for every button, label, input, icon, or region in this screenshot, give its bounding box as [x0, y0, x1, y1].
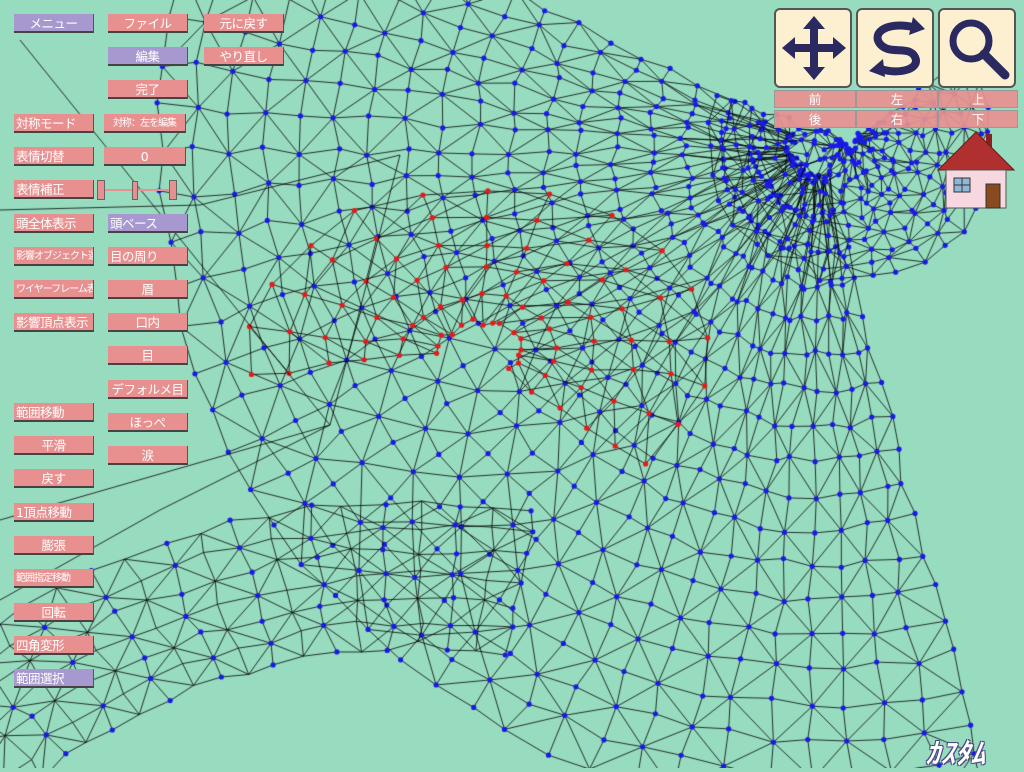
- affect-object-button[interactable]: 影響オブジェクト選択: [14, 247, 94, 266]
- zoom-view-button[interactable]: [938, 8, 1016, 88]
- range-move-button[interactable]: 範囲移動: [14, 403, 94, 422]
- vertex-move-button[interactable]: 1頂点移動: [14, 503, 94, 522]
- range-specified-move-button[interactable]: 範囲指定移動: [14, 569, 94, 588]
- view-front-button[interactable]: 前: [774, 90, 856, 108]
- view-back-button[interactable]: 後: [774, 110, 856, 128]
- file-button[interactable]: ファイル: [108, 14, 188, 33]
- brow-button[interactable]: 眉: [108, 280, 188, 299]
- house-icon: [936, 131, 1016, 209]
- move-cross-icon: [782, 16, 846, 80]
- quad-transform-button[interactable]: 四角変形: [14, 636, 94, 655]
- symmetry-mode-button[interactable]: 対称モード: [14, 114, 94, 133]
- slider-right-end: [169, 180, 177, 200]
- affect-vertex-button[interactable]: 影響頂点表示: [14, 313, 94, 332]
- expression-correct-slider[interactable]: [97, 180, 177, 200]
- redo-button[interactable]: やり直し: [204, 47, 284, 66]
- view-down-button[interactable]: 下: [938, 110, 1018, 128]
- rotate-button[interactable]: 回転: [14, 603, 94, 622]
- range-select-button[interactable]: 範囲選択: [14, 669, 94, 688]
- edit-button[interactable]: 編集: [108, 47, 188, 66]
- slider-track: [105, 189, 171, 191]
- slider-knob[interactable]: [132, 181, 138, 200]
- symmetry-value-button[interactable]: 対称：左を編集: [104, 114, 186, 133]
- zoom-magnifier-icon: [949, 19, 1010, 80]
- done-button[interactable]: 完了: [108, 80, 188, 99]
- undo-button[interactable]: 元に戻す: [204, 14, 284, 33]
- view-up-button[interactable]: 上: [938, 90, 1018, 108]
- rotate-arrows-icon: [869, 17, 925, 77]
- head-all-button[interactable]: 頭全体表示: [14, 214, 94, 233]
- tool-undo-button[interactable]: 戻す: [14, 469, 94, 488]
- app-logo: ｶｽﾀﾑ: [926, 737, 987, 770]
- expression-switch-button[interactable]: 表情切替: [14, 147, 94, 166]
- expression-correct-button[interactable]: 表情補正: [14, 180, 94, 199]
- mouth-button[interactable]: 口内: [108, 313, 188, 332]
- eye-around-button[interactable]: 目の周り: [108, 247, 188, 266]
- rotate-view-button[interactable]: [856, 8, 934, 88]
- expression-value[interactable]: 0: [104, 147, 186, 166]
- smooth-button[interactable]: 平滑: [14, 436, 94, 455]
- slider-left-end: [97, 180, 105, 200]
- menu-button[interactable]: メニュー: [14, 14, 94, 33]
- head-base-button[interactable]: 頭ベース: [108, 214, 188, 233]
- view-left-button[interactable]: 左: [856, 90, 938, 108]
- wireframe-button[interactable]: ワイヤーフレーム表示: [14, 280, 94, 299]
- eye-button[interactable]: 目: [108, 346, 188, 365]
- move-view-button[interactable]: [774, 8, 852, 88]
- inflate-button[interactable]: 膨張: [14, 536, 94, 555]
- home-button[interactable]: [936, 128, 1016, 214]
- view-right-button[interactable]: 右: [856, 110, 938, 128]
- deformed-eye-button[interactable]: デフォルメ目: [108, 380, 188, 399]
- tears-button[interactable]: 涙: [108, 446, 188, 465]
- cheek-button[interactable]: ほっぺ: [108, 413, 188, 432]
